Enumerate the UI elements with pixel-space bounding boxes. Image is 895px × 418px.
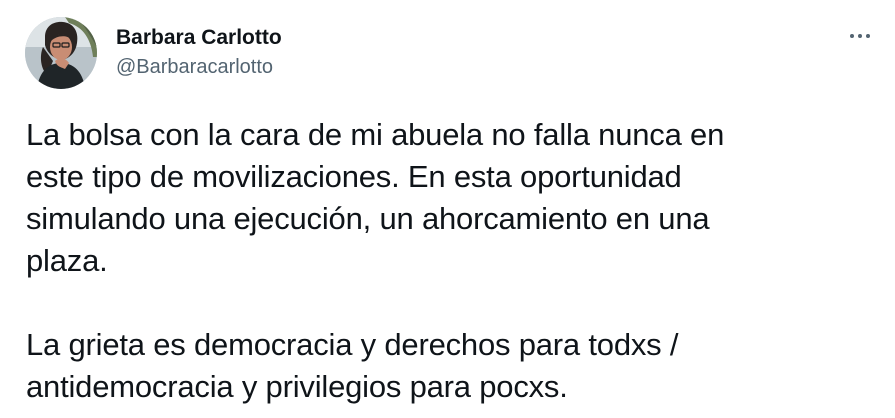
tweet-text: La bolsa con la cara de mi abuela no fal… <box>26 114 866 408</box>
more-options-button[interactable] <box>838 20 882 52</box>
author-display-name[interactable]: Barbara Carlotto <box>116 25 282 51</box>
tweet-line: simulando una ejecución, un ahorcamiento… <box>26 201 710 236</box>
tweet-line: La bolsa con la cara de mi abuela no fal… <box>26 117 725 152</box>
tweet-line: este tipo de movilizaciones. En esta opo… <box>26 159 682 194</box>
tweet-line: La grieta es democracia y derechos para … <box>26 327 679 362</box>
tweet-card: Barbara Carlotto @Barbaracarlotto La bol… <box>0 0 895 418</box>
author-info: Barbara Carlotto @Barbaracarlotto <box>116 25 282 80</box>
user-avatar-photo-icon <box>25 17 97 89</box>
tweet-line: antidemocracia y privilegios para pocxs. <box>26 369 568 404</box>
tweet-line: plaza. <box>26 243 108 278</box>
author-handle[interactable]: @Barbaracarlotto <box>116 54 282 80</box>
more-horizontal-icon-dot <box>858 34 862 38</box>
avatar[interactable] <box>25 17 97 89</box>
more-horizontal-icon <box>850 34 854 38</box>
more-horizontal-icon-dot <box>866 34 870 38</box>
